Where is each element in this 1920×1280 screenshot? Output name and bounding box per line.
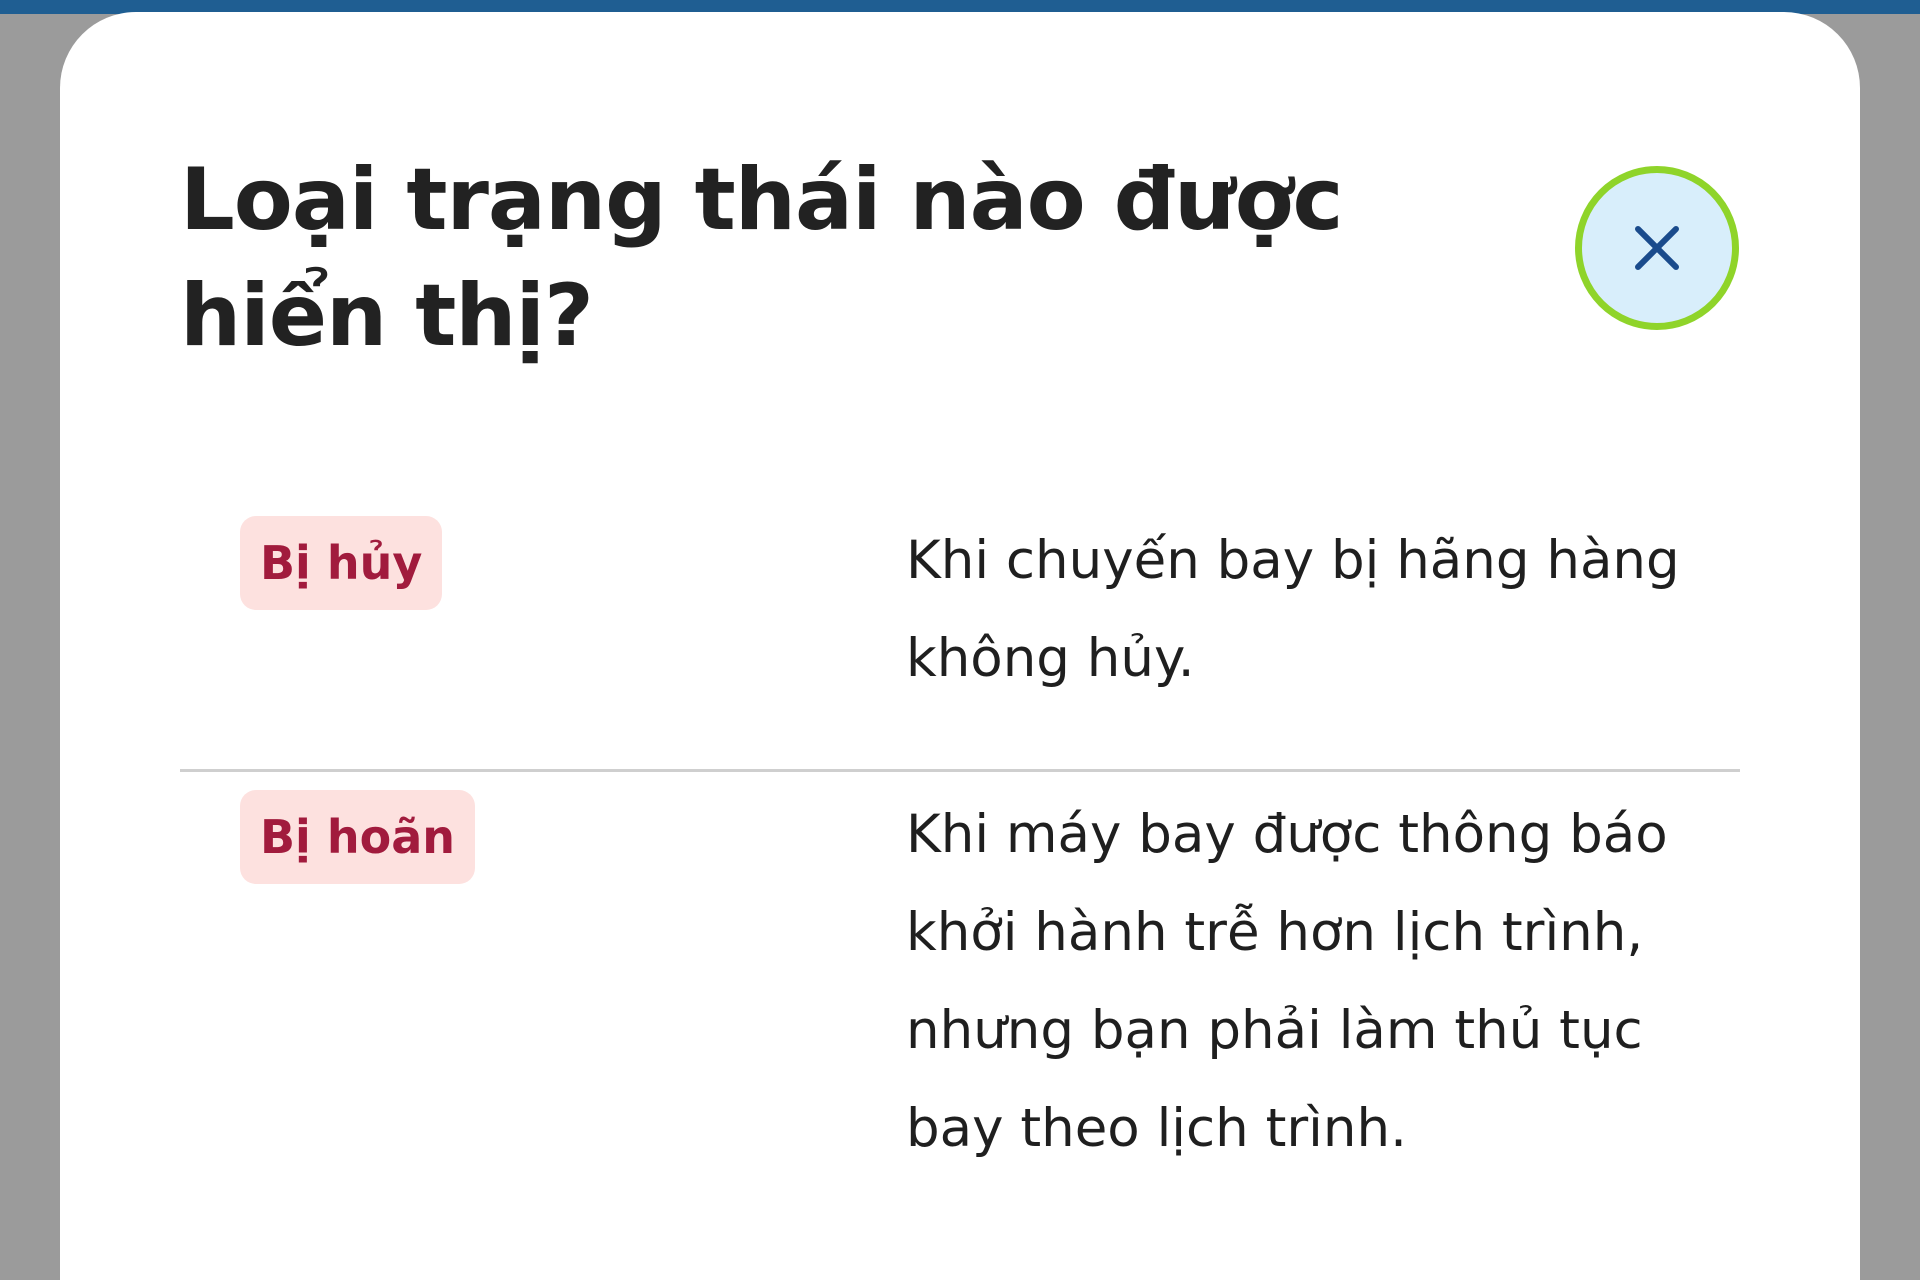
status-badge-delayed: Bị hoãn: [240, 790, 475, 884]
row-divider: [180, 769, 1740, 772]
close-button[interactable]: [1575, 166, 1739, 330]
status-description-delayed: Khi máy bay được thông báo khởi hành trễ…: [906, 804, 1668, 1159]
status-badge-cancelled: Bị hủy: [240, 516, 443, 610]
status-row-cancelled: Bị hủy Khi chuyến bay bị hãng hàng không…: [180, 500, 1740, 772]
status-info-sheet: Loại trạng thái nào được hiển thị? Bị hủ…: [60, 12, 1860, 1280]
sheet-title: Loại trạng thái nào được hiển thị?: [180, 150, 1344, 366]
status-row-delayed: Bị hoãn Khi máy bay được thông báo khởi …: [180, 774, 1740, 1280]
status-description-cancelled: Khi chuyến bay bị hãng hàng không hủy.: [906, 530, 1680, 689]
close-icon: [1635, 226, 1679, 270]
